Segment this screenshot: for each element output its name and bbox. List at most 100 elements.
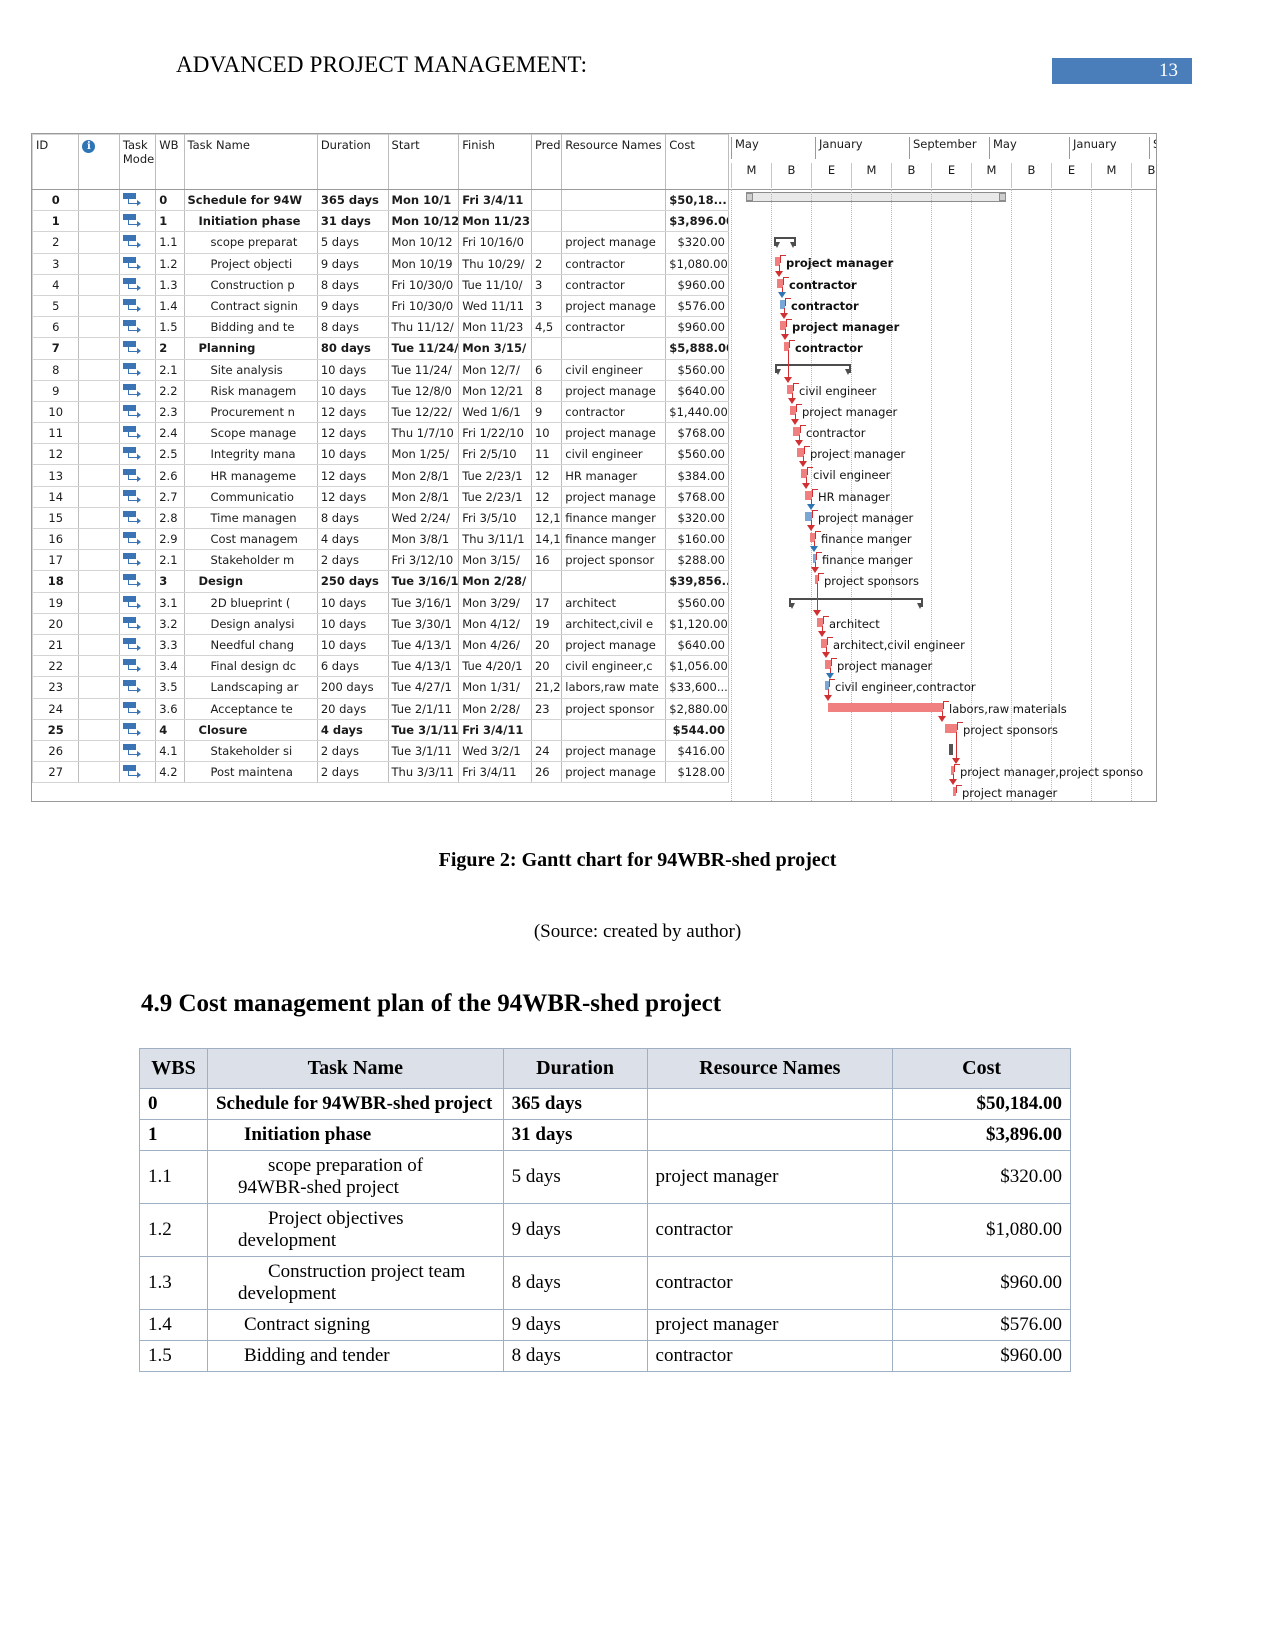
gantt-row[interactable]: 2 1.1 scope preparat 5 days Mon 10/12 Fri 10/… bbox=[32, 231, 729, 254]
gantt-cell-task-mode[interactable] bbox=[118, 761, 157, 784]
gantt-cell-task-mode[interactable] bbox=[118, 252, 157, 275]
gantt-cell-task-mode[interactable] bbox=[118, 739, 157, 763]
gantt-cell-task-mode[interactable] bbox=[118, 591, 157, 614]
cost-table-row[interactable]: 1.3 Construction project team development… bbox=[139, 1256, 1071, 1310]
gantt-summary-bar[interactable] bbox=[774, 237, 796, 249]
gantt-cell-resource: project sponsor bbox=[561, 549, 667, 572]
gantt-row[interactable]: 16 2.9 Cost managem 4 days Mon 3/8/1 Thu 3/11… bbox=[32, 527, 729, 551]
gantt-dependency-arrow bbox=[778, 291, 786, 298]
gantt-row[interactable]: 18 3 Design 250 days Tue 3/16/1 Mon 2/28/ $39,… bbox=[32, 570, 729, 593]
gantt-row[interactable]: 11 2.4 Scope manage 12 days Thu 1/7/10 Fri 1/… bbox=[32, 422, 729, 445]
gantt-milestone-marker[interactable] bbox=[949, 744, 953, 755]
gantt-cell-task-mode[interactable] bbox=[118, 231, 157, 254]
gantt-cell-wbs: 2.2 bbox=[155, 379, 185, 402]
gantt-cell-task-mode[interactable] bbox=[118, 549, 157, 572]
gantt-row[interactable]: 12 2.5 Integrity mana 10 days Mon 1/25/Fri 2… bbox=[32, 443, 729, 466]
gantt-cell-task-mode[interactable] bbox=[118, 379, 157, 402]
gantt-row[interactable]: 8 2.1 Site analysis 10 days Tue 11/24/Mon 12… bbox=[32, 358, 729, 381]
gantt-row[interactable]: 25 4 Closure 4 days Tue 3/1/11 Fri 3/4/11 $544… bbox=[32, 718, 729, 741]
gantt-cell-duration: 8 days bbox=[316, 316, 389, 339]
gantt-row[interactable]: 20 3.2 Design analysi 10 days Tue 3/30/1 Mon … bbox=[32, 612, 729, 635]
gantt-summary-bar[interactable] bbox=[789, 597, 923, 609]
gantt-cell-task-mode[interactable] bbox=[118, 697, 157, 720]
gantt-cell-duration: 200 days bbox=[316, 676, 389, 699]
gantt-cell-task-mode[interactable] bbox=[118, 485, 157, 508]
gantt-row[interactable]: 24 3.6 Acceptance te 20 days Tue 2/1/11 Mon 2… bbox=[32, 697, 729, 720]
gantt-cell-pred: 21,2 bbox=[530, 676, 563, 699]
gantt-row[interactable]: 26 4.1 Stakeholder si 2 days Tue 3/1/11 Wed 3… bbox=[32, 739, 729, 763]
gantt-cell-task-mode[interactable] bbox=[118, 570, 157, 593]
gantt-cell-duration: 10 days bbox=[316, 379, 389, 402]
gantt-row[interactable]: 4 1.3 Construction p8 days Fri 10/30/0 Tue 1… bbox=[32, 273, 729, 296]
gantt-cell-task-mode[interactable] bbox=[118, 676, 157, 699]
cost-cell-cost: $1,080.00 bbox=[892, 1203, 1071, 1257]
gantt-cell-task-mode[interactable] bbox=[118, 358, 157, 381]
gantt-cell-duration: 2 days bbox=[316, 549, 389, 572]
gantt-cell-finish: Mon 1/31/ bbox=[458, 676, 532, 699]
gantt-cell-task-mode[interactable] bbox=[118, 210, 157, 233]
gantt-row[interactable]: 23 3.5 Landscaping ar 200 days Tue 4/27/1 Mon… bbox=[32, 676, 729, 699]
gantt-cell-id: 9 bbox=[32, 379, 80, 402]
gantt-row[interactable]: 22 3.4 Final design dc 6 days Tue 4/13/1 Tue … bbox=[32, 655, 729, 678]
cost-table-row[interactable]: 1.4 Contract signing 9 days project manager… bbox=[139, 1309, 1071, 1341]
gantt-link-hook bbox=[786, 319, 792, 327]
gantt-cell-resource: project sponsor bbox=[561, 697, 667, 720]
gantt-cell-start: Tue 3/30/1 bbox=[387, 612, 460, 635]
gantt-row[interactable]: 14 2.7 Communicatio 12 days Mon 2/8/1 Tue 2/2… bbox=[32, 485, 729, 508]
gantt-cell-task-mode[interactable] bbox=[118, 188, 157, 212]
gantt-row[interactable]: 1 1 Initiation phase 31 days Mon 10/12 Mon 11… bbox=[32, 210, 729, 233]
gantt-row[interactable]: 3 1.2 Project objecti 9 days Mon 10/19 Thu 10… bbox=[32, 252, 729, 275]
gantt-row[interactable]: 21 3.3 Needful chang 10 days Tue 4/13/1 Mon 4… bbox=[32, 633, 729, 657]
timeline-selection-band[interactable] bbox=[746, 192, 1006, 202]
gantt-link-hook bbox=[943, 700, 949, 709]
gantt-summary-bar[interactable] bbox=[775, 364, 851, 376]
col-header-task-name: Task Name bbox=[183, 134, 318, 190]
gantt-link-hook bbox=[789, 340, 795, 349]
gantt-cell-pred: 16 bbox=[530, 549, 563, 572]
gantt-cell-task-mode[interactable] bbox=[118, 718, 157, 741]
gantt-cell-task-mode[interactable] bbox=[118, 506, 157, 530]
gantt-row[interactable]: 19 3.1 2D blueprint (10 days Tue 3/16/1 Mon … bbox=[32, 591, 729, 614]
gantt-cell-task-mode[interactable] bbox=[118, 655, 157, 678]
gantt-cell-wbs: 4 bbox=[155, 718, 185, 741]
gantt-row[interactable]: 5 1.4 Contract signin 9 days Fri 10/30/0 Wed … bbox=[32, 294, 729, 318]
gantt-row[interactable]: 6 1.5 Bidding and te 8 days Thu 11/12/Mon 11… bbox=[32, 316, 729, 339]
gantt-cell-task-mode[interactable] bbox=[118, 294, 157, 318]
cost-table-row[interactable]: 0 Schedule for 94WBR-shed project 365 days… bbox=[139, 1088, 1071, 1120]
gantt-cell-task-mode[interactable] bbox=[118, 633, 157, 657]
gantt-cell-duration: 250 days bbox=[316, 570, 389, 593]
gantt-row[interactable]: 10 2.3 Procurement n 12 days Tue 12/22/Wed 1… bbox=[32, 400, 729, 424]
cost-table-row[interactable]: 1.5 Bidding and tender 8 days contractor $96… bbox=[139, 1340, 1071, 1372]
gantt-cell-task-name: Time managen bbox=[183, 506, 318, 530]
cost-table-row[interactable]: 1.1 scope preparation of 94WBR-shed proje… bbox=[139, 1150, 1071, 1204]
gantt-cell-task-mode[interactable] bbox=[118, 464, 157, 487]
cost-table-row[interactable]: 1.2 Project objectives development 9 days c… bbox=[139, 1203, 1071, 1257]
gantt-cell-task-name: Landscaping ar bbox=[183, 676, 318, 699]
cost-table-row[interactable]: 1 Initiation phase 31 days $3,896.00 bbox=[139, 1119, 1071, 1151]
auto-schedule-icon bbox=[122, 277, 141, 291]
gantt-row[interactable]: 9 2.2 Risk managem 10 days Tue 12/8/0 Mon 12/… bbox=[32, 379, 729, 402]
gantt-row[interactable]: 7 2 Planning 80 days Tue 11/24/Mon 3/15/ $5,8… bbox=[32, 337, 729, 360]
gantt-cell-task-mode[interactable] bbox=[118, 422, 157, 445]
gantt-cell-pred: 20 bbox=[530, 655, 563, 678]
gantt-row[interactable]: 0 0 Schedule for 94W 365 days Mon 10/1 Fri 3/… bbox=[32, 188, 729, 212]
gantt-cell-task-mode[interactable] bbox=[118, 337, 157, 360]
gantt-cell-wbs: 3.2 bbox=[155, 612, 185, 635]
gantt-row[interactable]: 15 2.8 Time managen 8 days Wed 2/24/Fri 3/5/… bbox=[32, 506, 729, 530]
gantt-cell-task-mode[interactable] bbox=[118, 527, 157, 551]
col-header-wbs: WB bbox=[155, 134, 185, 190]
gantt-row[interactable]: 13 2.6 HR manageme 12 days Mon 2/8/1 Tue 2/23… bbox=[32, 464, 729, 487]
gantt-cell-task-mode[interactable] bbox=[118, 273, 157, 296]
gantt-row[interactable]: 17 2.1 Stakeholder m2 days Fri 3/12/10 Mon 3… bbox=[32, 549, 729, 572]
gantt-cell-task-mode[interactable] bbox=[118, 443, 157, 466]
gantt-row[interactable]: 27 4.2 Post maintena 2 days Thu 3/3/11 Fri 3/… bbox=[32, 761, 729, 784]
timeline-major-label: January bbox=[815, 137, 909, 159]
gantt-cell-resource: project manage bbox=[561, 231, 667, 254]
gantt-cell-id: 7 bbox=[32, 337, 80, 360]
gantt-cell-info bbox=[78, 570, 120, 593]
gantt-task-bar[interactable] bbox=[828, 702, 943, 712]
gantt-cell-task-mode[interactable] bbox=[118, 316, 157, 339]
gantt-cell-task-mode[interactable] bbox=[118, 612, 157, 635]
gantt-cell-task-name: Procurement n bbox=[183, 400, 318, 424]
gantt-cell-task-mode[interactable] bbox=[118, 400, 157, 424]
